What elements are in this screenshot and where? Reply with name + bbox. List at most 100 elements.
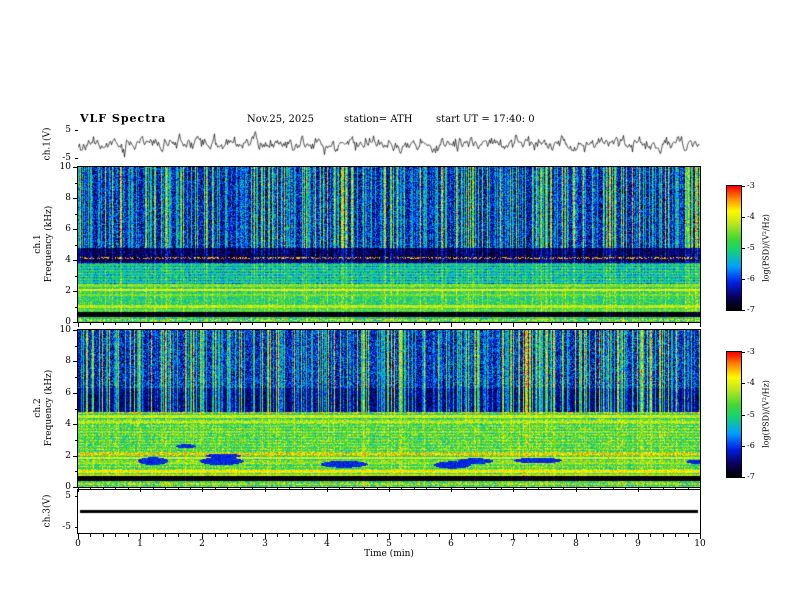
plot-date: Nov.25, 2025 — [247, 114, 314, 125]
vlf-spectra-plot: VLF Spectra Nov.25, 2025 station= ATH st… — [0, 0, 792, 612]
x-minor-tick — [650, 488, 651, 490]
x-minor-tick — [538, 534, 539, 537]
x-minor-tick — [165, 323, 166, 325]
x-minor-tick — [675, 534, 676, 537]
y-tick-label: 4 — [65, 255, 71, 265]
x-minor-tick — [103, 488, 104, 490]
cb-tick-label: -7 — [747, 305, 755, 314]
x-minor-tick — [339, 323, 340, 325]
x-minor-tick — [551, 534, 552, 537]
y-tick — [73, 393, 78, 394]
x-minor-tick — [501, 323, 502, 325]
x-minor-tick — [227, 488, 228, 490]
cb-tick — [742, 477, 745, 478]
x-minor-tick — [190, 488, 191, 490]
x-minor-tick — [551, 323, 552, 325]
x-tick-label: 1 — [137, 539, 143, 549]
cb-tick — [742, 248, 745, 249]
x-minor-tick — [401, 488, 402, 490]
ch1-frequency-axis-label: ch.1 Frequency (kHz) — [33, 206, 55, 283]
x-minor-tick — [551, 488, 552, 490]
x-minor-tick — [377, 488, 378, 490]
cb-tick-label: -6 — [747, 274, 755, 283]
x-minor-tick — [165, 534, 166, 537]
y-tick — [75, 245, 78, 246]
x-minor-tick — [439, 534, 440, 537]
x-tick-label: 8 — [573, 539, 579, 549]
ch1-waveform-canvas — [78, 130, 700, 158]
x-minor-tick — [339, 488, 340, 490]
x-minor-tick — [501, 534, 502, 537]
x-minor-tick — [663, 323, 664, 325]
x-minor-tick — [625, 488, 626, 490]
y-tick-label: 8 — [65, 356, 71, 366]
x-tick — [78, 488, 79, 492]
y-tick-label: -5 — [62, 522, 71, 532]
y-tick — [75, 377, 78, 378]
x-minor-tick — [439, 488, 440, 490]
x-minor-tick — [588, 488, 589, 490]
y-tick-label: 6 — [65, 388, 71, 398]
x-tick-label: 3 — [262, 539, 268, 549]
y-tick-label: 8 — [65, 193, 71, 203]
x-minor-tick — [426, 534, 427, 537]
x-minor-tick — [401, 534, 402, 537]
x-minor-tick — [600, 323, 601, 325]
x-tick — [638, 488, 639, 492]
x-minor-tick — [352, 488, 353, 490]
x-tick — [513, 488, 514, 492]
y-tick — [75, 527, 78, 528]
x-minor-tick — [364, 323, 365, 325]
x-tick — [327, 488, 328, 492]
x-minor-tick — [364, 488, 365, 490]
y-tick — [75, 496, 78, 497]
x-minor-tick — [227, 534, 228, 537]
x-minor-tick — [103, 534, 104, 537]
y-tick — [75, 346, 78, 347]
y-tick — [75, 409, 78, 410]
ch3-voltage-axis-label: ch.3(V) — [42, 494, 53, 528]
x-minor-tick — [103, 323, 104, 325]
x-tick-label: 0 — [75, 539, 81, 549]
x-minor-tick — [464, 534, 465, 537]
x-minor-tick — [663, 488, 664, 490]
cb-tick — [742, 383, 745, 384]
ch2-label-frequency: Frequency (kHz) — [44, 369, 54, 447]
x-minor-tick — [90, 323, 91, 325]
x-tick — [700, 323, 701, 327]
y-tick — [73, 322, 78, 323]
y-tick-label: 2 — [65, 451, 71, 461]
x-tick — [140, 323, 141, 327]
x-minor-tick — [153, 488, 154, 490]
x-tick-label: 4 — [324, 539, 330, 549]
x-minor-tick — [302, 534, 303, 537]
x-minor-tick — [352, 534, 353, 537]
x-minor-tick — [501, 488, 502, 490]
y-tick-label: 2 — [65, 286, 71, 296]
x-tick — [389, 488, 390, 492]
cb-tick-label: -5 — [747, 243, 755, 252]
cb-tick — [742, 186, 745, 187]
ch1-spectrogram-canvas — [77, 166, 701, 323]
y-tick-label: 5 — [65, 491, 71, 501]
x-minor-tick — [489, 323, 490, 325]
y-tick — [73, 229, 78, 230]
cb-tick — [742, 310, 745, 311]
x-minor-tick — [377, 534, 378, 537]
x-minor-tick — [538, 323, 539, 325]
x-minor-tick — [613, 534, 614, 537]
x-tick — [202, 488, 203, 492]
x-tick — [78, 323, 79, 327]
ch1-label-channel: ch.1 — [33, 234, 43, 254]
y-tick — [75, 214, 78, 215]
x-minor-tick — [289, 534, 290, 537]
x-minor-tick — [476, 534, 477, 537]
x-tick-label: 2 — [199, 539, 205, 549]
x-tick — [451, 488, 452, 492]
colorbar-ch1 — [726, 185, 742, 311]
x-minor-tick — [314, 323, 315, 325]
y-tick-label: 5 — [65, 125, 71, 135]
x-minor-tick — [688, 488, 689, 490]
y-tick — [73, 424, 78, 425]
x-minor-tick — [538, 488, 539, 490]
